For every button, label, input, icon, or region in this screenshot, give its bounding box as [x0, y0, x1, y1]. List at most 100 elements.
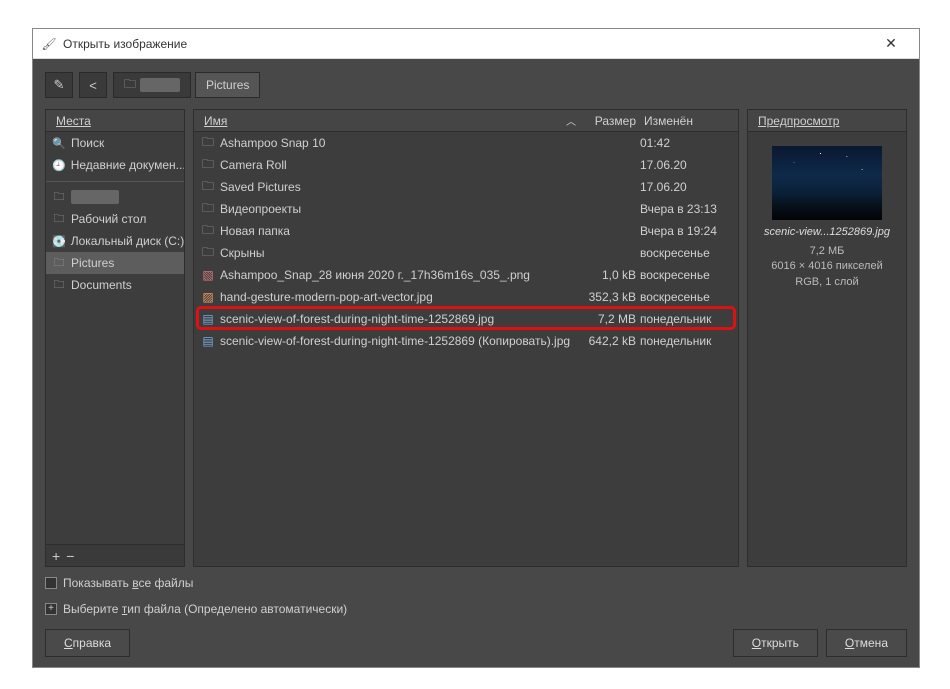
- file-modified: Вчера в 19:24: [640, 224, 732, 238]
- file-name: scenic-view-of-forest-during-night-time-…: [220, 312, 582, 326]
- sidebar-item[interactable]: 💽 Локальный диск (C:): [46, 230, 184, 252]
- edit-path-button[interactable]: ✎: [45, 72, 73, 98]
- folder-icon: [200, 199, 216, 220]
- preview-panel: Предпросмотр scenic-view...1252869.jpg 7…: [747, 109, 907, 567]
- file-name: hand-gesture-modern-pop-art-vector.jpg: [220, 290, 582, 304]
- file-modified: 17.06.20: [640, 180, 732, 194]
- open-button[interactable]: Открыть: [733, 629, 818, 657]
- path-toolbar: ✎ < xx Pictures: [45, 69, 907, 101]
- titlebar: 🖌 Открыть изображение ✕: [33, 29, 919, 59]
- file-modified: воскресенье: [640, 268, 732, 282]
- folder-icon: [200, 155, 216, 176]
- preview-body: scenic-view...1252869.jpg 7,2 МБ 6016 × …: [748, 132, 906, 566]
- col-size[interactable]: Размер: [582, 114, 640, 128]
- breadcrumb-prev[interactable]: xx: [113, 72, 191, 98]
- place-label: Documents: [71, 278, 132, 292]
- dialog-content: ✎ < xx Pictures Места 🔍Поиск🕘Недавние до…: [33, 59, 919, 667]
- file-size: 1,0 kB: [582, 268, 640, 282]
- file-size: 7,2 MB: [582, 312, 640, 326]
- image-icon: [200, 290, 216, 304]
- file-size: 352,3 kB: [582, 290, 640, 304]
- place-label: Локальный диск (C:): [71, 234, 184, 248]
- window-title: Открыть изображение: [63, 37, 871, 51]
- file-name: Скрыны: [220, 246, 582, 260]
- add-place-button[interactable]: +: [52, 548, 60, 564]
- places-footer: + −: [46, 544, 184, 566]
- folder-icon: [200, 243, 216, 264]
- place-label: Рабочий стол: [71, 212, 146, 226]
- filetype-label[interactable]: Выберите тип файла (Определено автоматич…: [63, 602, 347, 616]
- filetype-expander[interactable]: +: [45, 603, 57, 615]
- place-icon: 🕘: [52, 159, 66, 172]
- app-icon: 🖌: [41, 36, 57, 52]
- places-panel: Места 🔍Поиск🕘Недавние докумен...🗀xx🗀Рабо…: [45, 109, 185, 567]
- place-label: xx: [71, 190, 119, 204]
- main-split: Места 🔍Поиск🕘Недавние докумен...🗀xx🗀Рабо…: [45, 109, 907, 567]
- col-name[interactable]: Имя: [200, 114, 566, 128]
- files-list: Ashampoo Snap 10 01:42 Camera Roll 17.06.20…: [194, 132, 738, 566]
- help-button[interactable]: Справка: [45, 629, 130, 657]
- breadcrumb-current[interactable]: Pictures: [195, 72, 260, 98]
- place-label: Поиск: [71, 136, 104, 150]
- file-modified: 01:42: [640, 136, 732, 150]
- sort-asc-icon: ︿: [566, 113, 576, 128]
- file-name: scenic-view-of-forest-during-night-time-…: [220, 334, 582, 348]
- file-row[interactable]: Camera Roll 17.06.20: [194, 154, 738, 176]
- folder-icon: [200, 221, 216, 242]
- remove-place-button[interactable]: −: [66, 548, 74, 564]
- file-row[interactable]: scenic-view-of-forest-during-night-time-…: [194, 330, 738, 352]
- sidebar-item[interactable]: 🗀 Рабочий стол: [46, 208, 184, 230]
- preview-meta: 7,2 МБ 6016 × 4016 пикселей RGB, 1 слой: [771, 244, 883, 290]
- file-modified: 17.06.20: [640, 158, 732, 172]
- file-modified: Вчера в 23:13: [640, 202, 732, 216]
- file-name: Saved Pictures: [220, 180, 582, 194]
- file-modified: понедельник: [640, 312, 732, 326]
- back-button[interactable]: <: [79, 72, 107, 98]
- file-row[interactable]: Видеопроекты Вчера в 23:13: [194, 198, 738, 220]
- filetype-row: + Выберите тип файла (Определено автомат…: [45, 599, 907, 619]
- file-row[interactable]: scenic-view-of-forest-during-night-time-…: [194, 308, 738, 330]
- sidebar-item[interactable]: 🗀 Documents: [46, 274, 184, 296]
- preview-header: Предпросмотр: [748, 110, 906, 132]
- show-all-label[interactable]: Показывать все файлы: [63, 576, 193, 590]
- file-row[interactable]: Скрынывоскресенье: [194, 242, 738, 264]
- files-panel: Имя ︿ Размер Изменён Ashampoo Snap 10 01:…: [193, 109, 739, 567]
- files-header[interactable]: Имя ︿ Размер Изменён: [194, 110, 738, 132]
- file-row[interactable]: Ashampoo_Snap_28 июня 2020 г._17h36m16s_…: [194, 264, 738, 286]
- place-label: Pictures: [71, 256, 114, 270]
- place-icon: 🗀: [52, 276, 66, 295]
- file-modified: воскресенье: [640, 290, 732, 304]
- cancel-button[interactable]: Отмена: [826, 629, 907, 657]
- place-icon: 💽: [52, 235, 66, 248]
- file-modified: понедельник: [640, 334, 732, 348]
- show-all-checkbox[interactable]: [45, 577, 57, 589]
- redacted-crumb: xx: [140, 78, 180, 92]
- file-name: Видеопроекты: [220, 202, 582, 216]
- sidebar-item[interactable]: 🗀 Pictures: [46, 252, 184, 274]
- col-modified[interactable]: Изменён: [640, 114, 732, 128]
- file-name: Ashampoo_Snap_28 июня 2020 г._17h36m16s_…: [220, 268, 582, 282]
- open-image-dialog: 🖌 Открыть изображение ✕ ✎ < xx Pictures …: [32, 28, 920, 668]
- file-row[interactable]: hand-gesture-modern-pop-art-vector.jpg35…: [194, 286, 738, 308]
- file-name: Новая папка: [220, 224, 582, 238]
- folder-icon: [200, 177, 216, 198]
- sidebar-item[interactable]: 🗀xx: [46, 186, 184, 208]
- file-row[interactable]: Saved Pictures 17.06.20: [194, 176, 738, 198]
- sidebar-item[interactable]: 🔍 Поиск: [46, 132, 184, 154]
- file-row[interactable]: Ashampoo Snap 10 01:42: [194, 132, 738, 154]
- place-icon: 🔍: [52, 137, 66, 150]
- preview-filename: scenic-view...1252869.jpg: [764, 226, 890, 238]
- file-name: Ashampoo Snap 10: [220, 136, 582, 150]
- image-icon: [200, 268, 216, 282]
- image-icon: [200, 312, 216, 326]
- file-name: Camera Roll: [220, 158, 582, 172]
- image-icon: [200, 334, 216, 348]
- folder-icon: [200, 133, 216, 154]
- place-icon: 🗀: [52, 254, 66, 273]
- show-all-row: Показывать все файлы: [45, 573, 907, 593]
- close-icon[interactable]: ✕: [871, 35, 911, 52]
- file-row[interactable]: Новая папка Вчера в 19:24: [194, 220, 738, 242]
- sidebar-item[interactable]: 🕘Недавние докумен...: [46, 154, 184, 176]
- place-icon: 🗀: [52, 210, 66, 229]
- breadcrumbs: xx Pictures: [113, 72, 260, 98]
